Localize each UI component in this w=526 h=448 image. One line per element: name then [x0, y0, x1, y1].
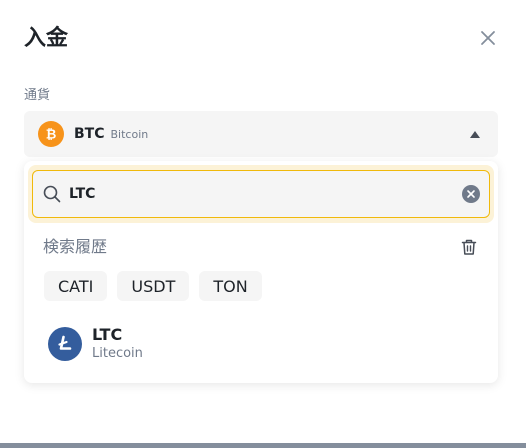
clear-search-icon[interactable]: [462, 185, 480, 203]
clear-history-button[interactable]: [460, 238, 478, 256]
currency-select[interactable]: ₿ BTC Bitcoin: [24, 111, 498, 157]
search-input[interactable]: [69, 186, 462, 202]
close-button[interactable]: [476, 26, 500, 50]
search-box: [32, 170, 490, 218]
currency-dropdown: 検索履歴 CATI USDT TON LTC Litecoin: [24, 161, 498, 383]
result-symbol: LTC: [92, 325, 123, 344]
selected-currency-symbol: BTC: [74, 126, 105, 142]
svg-text:₿: ₿: [46, 128, 57, 143]
caret-up-icon: [470, 131, 480, 138]
history-chip[interactable]: USDT: [117, 271, 190, 301]
bottom-edge-bar: [0, 443, 526, 448]
trash-icon[interactable]: [460, 238, 478, 256]
history-chip[interactable]: CATI: [44, 271, 108, 301]
search-icon: [43, 185, 61, 203]
result-name: Litecoin: [92, 346, 143, 361]
history-chip[interactable]: TON: [199, 271, 262, 301]
bitcoin-icon: ₿: [38, 121, 64, 147]
litecoin-icon: [48, 327, 82, 361]
close-icon[interactable]: [476, 26, 500, 50]
history-chips: CATI USDT TON: [44, 271, 262, 301]
dialog-title: 入金: [24, 26, 69, 51]
selected-currency-name: Bitcoin: [110, 127, 149, 141]
search-focus-ring: [28, 165, 494, 223]
currency-label: 通貨: [24, 88, 51, 103]
search-result-item[interactable]: LTC Litecoin: [24, 315, 498, 373]
search-history-label: 検索履歴: [43, 237, 108, 256]
